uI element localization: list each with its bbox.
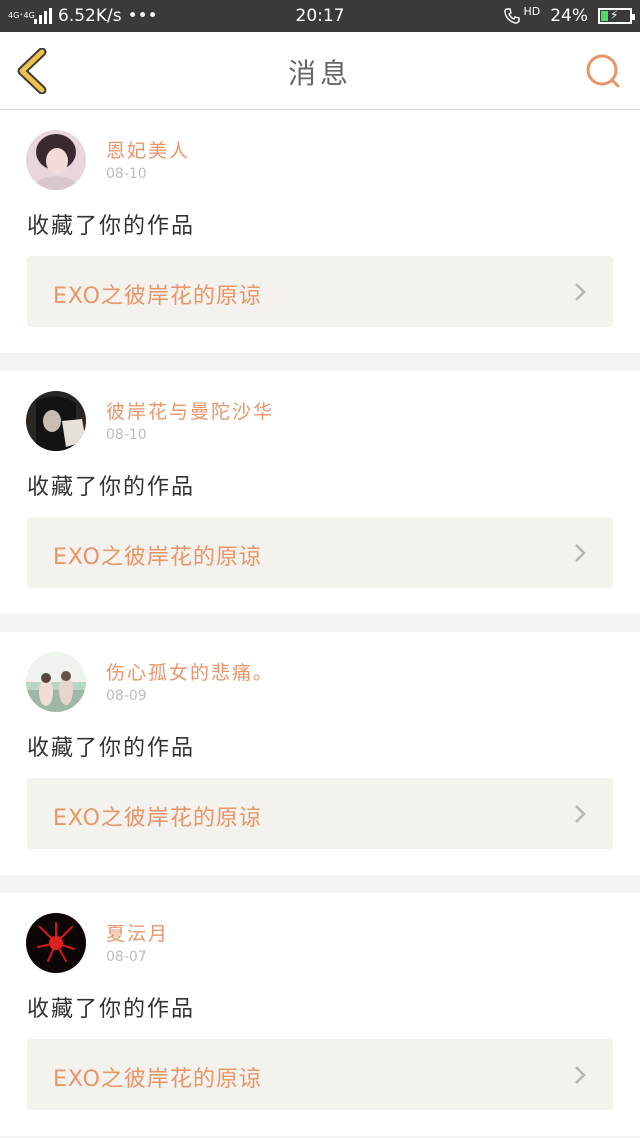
battery-percent: 24% (550, 6, 588, 26)
message-card: 彼岸花与曼陀沙华 08-10 收藏了你的作品 EXO之彼岸花的原谅 (0, 371, 640, 614)
message-action: 收藏了你的作品 (27, 475, 196, 500)
message-action: 收藏了你的作品 (27, 997, 196, 1022)
message-card: 恩妃美人 08-10 收藏了你的作品 EXO之彼岸花的原谅 (0, 110, 640, 353)
battery-fill (601, 11, 609, 21)
page-title: 消息 (287, 57, 352, 90)
work-link[interactable]: EXO之彼岸花的原谅 (27, 517, 613, 588)
message-date: 08-09 (106, 688, 147, 704)
status-bar: 4G⁺4G 6.52K/s ••• 20:17 HD 24% ⚡ (0, 0, 640, 32)
avatar[interactable] (26, 391, 86, 451)
chevron-right-icon (575, 283, 586, 301)
search-icon (586, 54, 620, 88)
status-right: HD 24% ⚡ (503, 4, 635, 26)
message-card: 夏沄月 08-07 收藏了你的作品 EXO之彼岸花的原谅 (0, 893, 640, 1136)
message-action: 收藏了你的作品 (27, 736, 196, 761)
work-link[interactable]: EXO之彼岸花的原谅 (27, 778, 613, 849)
avatar[interactable] (26, 652, 86, 712)
chevron-right-icon (575, 1066, 586, 1084)
user-name[interactable]: 夏沄月 (106, 919, 169, 946)
chevron-right-icon (575, 805, 586, 823)
work-link[interactable]: EXO之彼岸花的原谅 (27, 256, 613, 327)
work-title: EXO之彼岸花的原谅 (53, 806, 262, 831)
work-title: EXO之彼岸花的原谅 (53, 284, 262, 309)
work-link[interactable]: EXO之彼岸花的原谅 (27, 1039, 613, 1110)
call-hd-icon: HD (503, 4, 541, 25)
work-title: EXO之彼岸花的原谅 (53, 545, 262, 570)
message-card: 伤心孤女的悲痛。 08-09 收藏了你的作品 EXO之彼岸花的原谅 (0, 632, 640, 875)
avatar[interactable] (26, 913, 86, 973)
message-date: 08-07 (106, 949, 147, 965)
message-date: 08-10 (106, 427, 147, 443)
hd-label: HD (523, 4, 541, 18)
search-button[interactable] (584, 52, 624, 92)
user-name[interactable]: 恩妃美人 (106, 136, 190, 163)
user-name[interactable]: 伤心孤女的悲痛。 (106, 658, 274, 685)
chevron-right-icon (575, 544, 586, 562)
message-action: 收藏了你的作品 (27, 214, 196, 239)
work-title: EXO之彼岸花的原谅 (53, 1067, 262, 1092)
avatar[interactable] (26, 130, 86, 190)
user-name[interactable]: 彼岸花与曼陀沙华 (106, 397, 274, 424)
message-date: 08-10 (106, 166, 147, 182)
battery-icon: ⚡ (598, 8, 635, 24)
header: 消息 (0, 32, 640, 110)
